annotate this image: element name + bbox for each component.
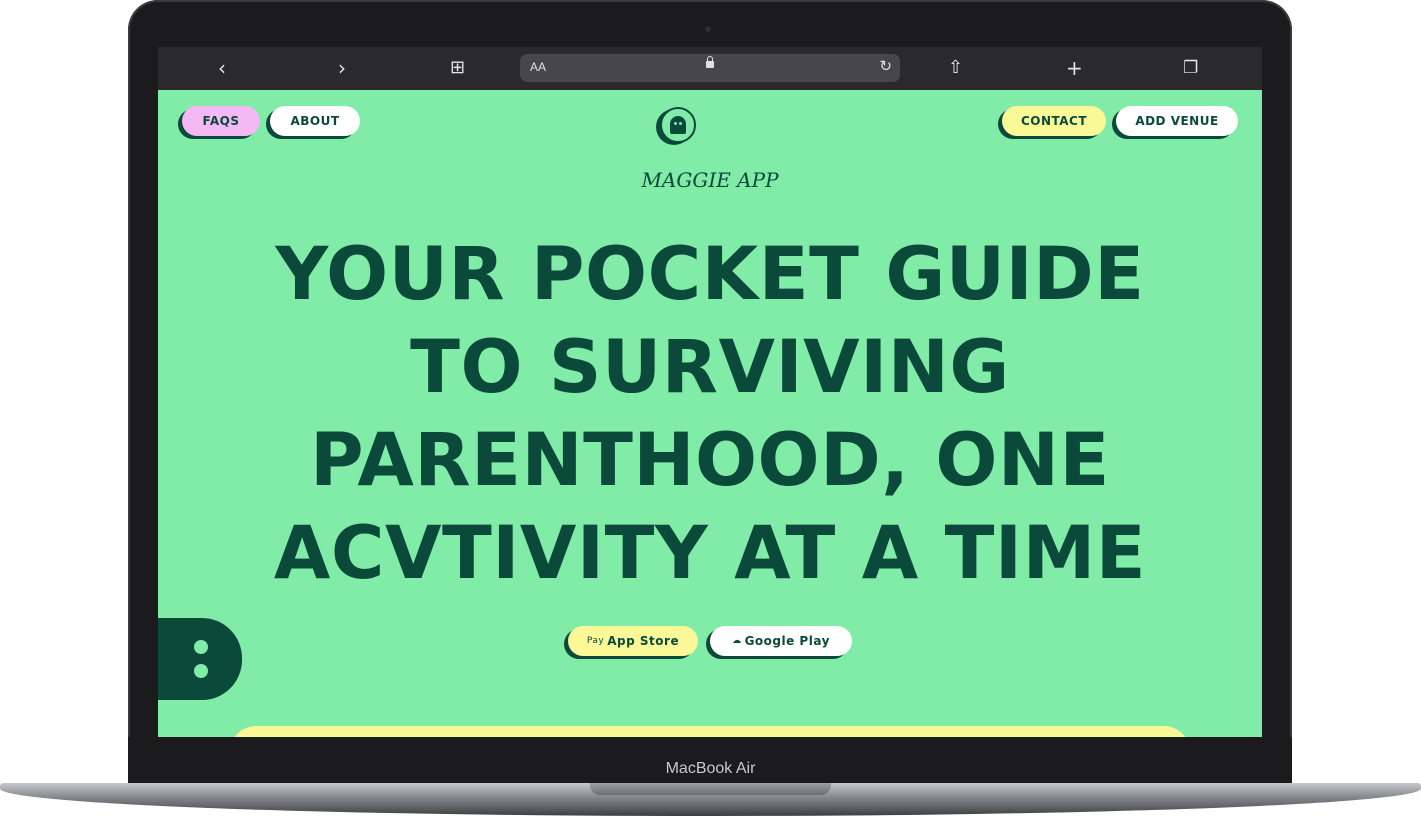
google-play-button[interactable]: ☁ Google Play — [710, 626, 852, 656]
reload-icon[interactable]: ↻ — [879, 57, 892, 75]
tabs-icon[interactable]: ❐ — [1183, 55, 1198, 81]
faqs-button[interactable]: FAQS — [182, 106, 260, 136]
hero-headline: YOUR POCKET GUIDE TO SURVIVING PARENTHOO… — [218, 228, 1202, 600]
headline-line: ACVTIVITY AT A TIME — [273, 511, 1147, 596]
camera-icon — [705, 26, 711, 32]
about-button[interactable]: ABOUT — [270, 106, 360, 136]
android-icon: ☁ — [732, 636, 742, 646]
headline-line: YOUR POCKET GUIDE — [275, 232, 1145, 317]
headline-line: PARENTHOOD, ONE — [310, 418, 1110, 503]
laptop-notch — [590, 783, 831, 795]
dot-icon — [194, 664, 208, 678]
back-icon[interactable]: ‹ — [218, 55, 226, 81]
bookmarks-icon[interactable]: ⊞ — [450, 55, 465, 81]
side-menu-tab[interactable] — [158, 618, 242, 700]
brand-name: MAGGIE APP — [641, 168, 779, 192]
ghost-icon — [670, 116, 686, 134]
lock-icon — [706, 56, 714, 68]
dot-icon — [194, 640, 208, 654]
new-tab-icon[interactable]: + — [1066, 55, 1083, 81]
google-play-label: Google Play — [744, 634, 830, 648]
address-bar[interactable]: AA ↻ — [520, 54, 900, 82]
device-label: MacBook Air — [665, 760, 756, 777]
headline-line: TO SURVIVING — [410, 325, 1010, 410]
logo[interactable] — [660, 107, 696, 143]
share-icon[interactable]: ⇧ — [948, 55, 963, 81]
apple-pay-icon: Pay — [586, 636, 605, 646]
contact-button[interactable]: CONTACT — [1002, 106, 1106, 136]
content-card — [230, 726, 1190, 737]
web-page: FAQS ABOUT CONTACT ADD VENUE MAGGIE APP … — [158, 90, 1262, 737]
browser-toolbar: ‹ › ⊞ AA ↻ ⇧ + ❐ — [158, 47, 1262, 90]
forward-icon[interactable]: › — [338, 55, 346, 81]
add-venue-button[interactable]: ADD VENUE — [1116, 106, 1238, 136]
app-store-label: App Store — [607, 634, 680, 648]
browser-screen: ‹ › ⊞ AA ↻ ⇧ + ❐ FAQS ABOUT CONTACT ADD … — [158, 47, 1262, 737]
laptop-mockup: ‹ › ⊞ AA ↻ ⇧ + ❐ FAQS ABOUT CONTACT ADD … — [0, 0, 1421, 816]
app-store-button[interactable]: Pay App Store — [568, 626, 698, 656]
text-size-button[interactable]: AA — [530, 60, 546, 74]
